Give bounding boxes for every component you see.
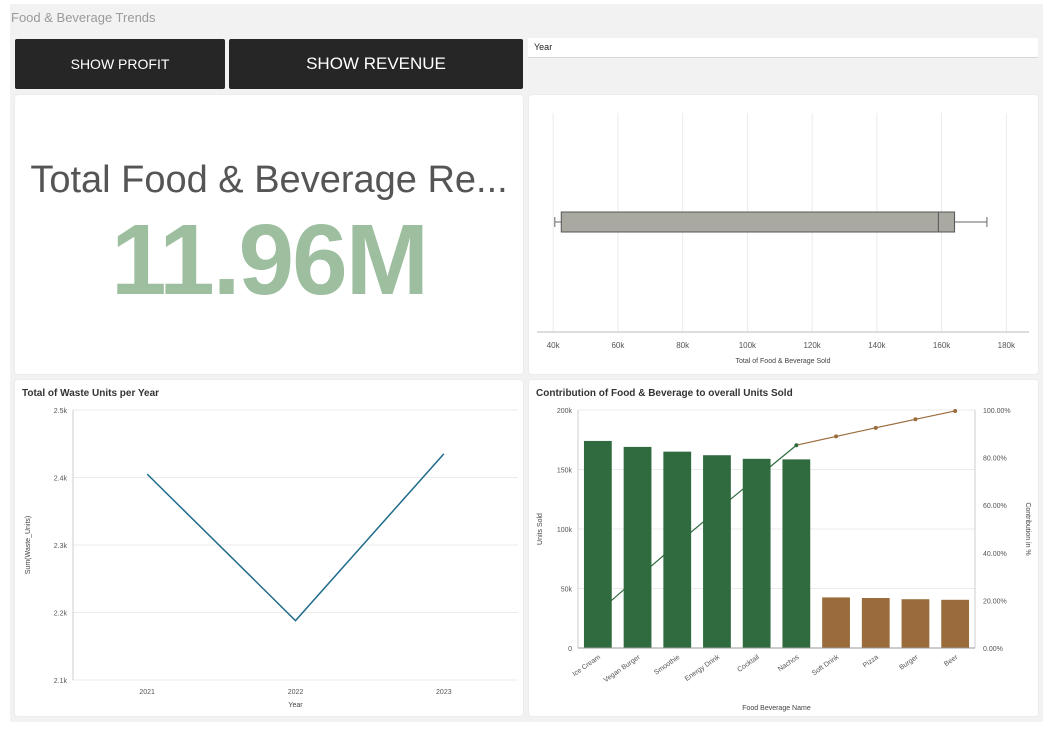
pareto-x-tick-label: Burger: [898, 654, 920, 672]
pareto-x-tick-label: Beer: [943, 654, 960, 669]
pareto-bar: [742, 458, 771, 648]
pareto-cumulative-point: [834, 434, 839, 439]
waste-y-tick-label: 2.2k: [54, 611, 68, 618]
pareto-cumulative-point: [754, 475, 759, 480]
pareto-y-tick-label: 50k: [561, 587, 573, 594]
pareto-x-tick-label: Vegan Burger: [603, 654, 643, 685]
box-iqr: [560, 211, 956, 233]
waste-line-chart: 2.1k 2.2k 2.3k 2.4k 2.5k 2021 2022 2023 Year Sum(…: [25, 408, 518, 709]
show-revenue-button[interactable]: SHOW REVENUE: [229, 39, 523, 89]
pareto-y-tick-label: 150k: [557, 468, 573, 475]
waste-series-line: [146, 453, 445, 622]
pareto-cumulative-segment: [875, 418, 916, 429]
pareto-chart-card: Contribution of Food & Beverage to overa…: [529, 380, 1038, 716]
pareto-cumulative-segment: [796, 435, 837, 446]
box-x-tick-label: 40k: [547, 341, 561, 350]
pareto-y-tick-label: 0: [568, 646, 572, 653]
box-x-axis-label: Total of Food & Beverage Sold: [736, 358, 831, 365]
box-x-tick-label: 140k: [868, 341, 886, 350]
waste-x-tick-label: 2023: [436, 689, 452, 696]
pareto-x-tick-label: Energy Drink: [684, 654, 722, 683]
pareto-y2-tick-label: 40.00%: [983, 551, 1007, 558]
boxplot-card: 40k 60k 80k 100k 120k 140k 160k 180k Total of Fo…: [529, 95, 1038, 374]
pareto-chart: 0 50k 100k 150k 200k 0.00% 20.00% 40.00% 60.00% 8…: [537, 408, 1031, 712]
pareto-bar: [583, 440, 612, 648]
show-profit-button[interactable]: SHOW PROFIT: [15, 39, 225, 89]
waste-y-axis-label: Sum(Waste_Units): [25, 516, 32, 574]
pareto-cumulative-point: [714, 508, 719, 513]
waste-y-tick-label: 2.3k: [54, 543, 68, 550]
pareto-cumulative-point: [953, 408, 958, 413]
box-x-tick-label: 120k: [803, 341, 821, 350]
waste-x-tick-label: 2021: [139, 689, 155, 696]
pareto-cumulative-point: [913, 417, 918, 422]
box-x-tick-label: 60k: [611, 341, 625, 350]
year-filter[interactable]: Year: [528, 38, 1038, 58]
pareto-cumulative-segment: [835, 427, 876, 438]
pareto-x-tick-label: Pizza: [862, 654, 880, 670]
pareto-cumulative-point: [595, 610, 600, 615]
pareto-cumulative-point: [635, 575, 640, 580]
kpi-value: 11.96M: [110, 204, 429, 316]
pareto-x-tick-label: Cocktail: [736, 654, 761, 674]
pareto-chart-title: Contribution of Food & Beverage to overa…: [536, 388, 793, 399]
waste-chart-card: Total of Waste Units per Year 2.1k 2.2k 2.…: [15, 380, 523, 716]
box-x-tick-label: 180k: [998, 341, 1016, 350]
box-x-tick-label: 160k: [933, 341, 951, 350]
pareto-cumulative-point: [675, 541, 680, 546]
pareto-bar: [861, 598, 890, 648]
waste-y-tick-label: 2.5k: [54, 408, 68, 415]
pareto-bar: [782, 459, 811, 648]
pareto-bar: [822, 597, 850, 648]
waste-chart-title: Total of Waste Units per Year: [22, 388, 160, 399]
pareto-y2-tick-label: 0.00%: [983, 646, 1003, 653]
pareto-bar: [703, 455, 731, 648]
pareto-y-tick-label: 200k: [557, 408, 573, 415]
waste-x-axis-label: Year: [288, 702, 303, 709]
pareto-bar: [623, 446, 652, 648]
pareto-y2-tick-label: 80.00%: [983, 456, 1007, 463]
kpi-label: Total Food & Beverage Re...: [30, 159, 508, 201]
pareto-cumulative-point: [794, 443, 799, 448]
dashboard: Food & Beverage Trends SHOW PROFIT SHOW …: [10, 4, 1043, 722]
box-x-tick-label: 100k: [739, 341, 757, 350]
waste-y-tick-label: 2.1k: [54, 678, 68, 685]
waste-y-tick-label: 2.4k: [54, 476, 68, 483]
pareto-bar: [941, 599, 970, 648]
pareto-x-tick-label: Smoothie: [653, 654, 681, 677]
pareto-x-axis-label: Food Beverage Name: [742, 705, 811, 712]
boxplot-chart: 40k 60k 80k 100k 120k 140k 160k 180k Total of Fo…: [537, 113, 1029, 365]
waste-x-tick-label: 2022: [288, 689, 304, 696]
pareto-y-tick-label: 100k: [557, 527, 573, 534]
year-filter-label: Year: [534, 42, 553, 52]
revenue-kpi-card: Total Food & Beverage Re... 11.96M: [15, 95, 523, 374]
pareto-cumulative-point: [873, 425, 878, 430]
pareto-y2-tick-label: 100.00%: [983, 408, 1011, 415]
pareto-bar: [901, 599, 930, 648]
pareto-bar: [663, 451, 692, 648]
box-x-tick-label: 80k: [676, 341, 690, 350]
pareto-y2-tick-label: 20.00%: [983, 598, 1007, 605]
pareto-y2-tick-label: 60.00%: [983, 503, 1007, 510]
pareto-cumulative-segment: [915, 410, 956, 420]
pareto-y-axis-label: Units Sold: [537, 513, 544, 545]
pareto-y2-axis-label: Contribution in %: [1024, 502, 1031, 555]
dashboard-title: Food & Beverage Trends: [11, 10, 156, 25]
pareto-x-tick-label: Nachos: [777, 654, 801, 674]
pareto-x-tick-label: Soft Drink: [811, 654, 841, 678]
pareto-x-tick-label: Ice Cream: [572, 654, 603, 678]
